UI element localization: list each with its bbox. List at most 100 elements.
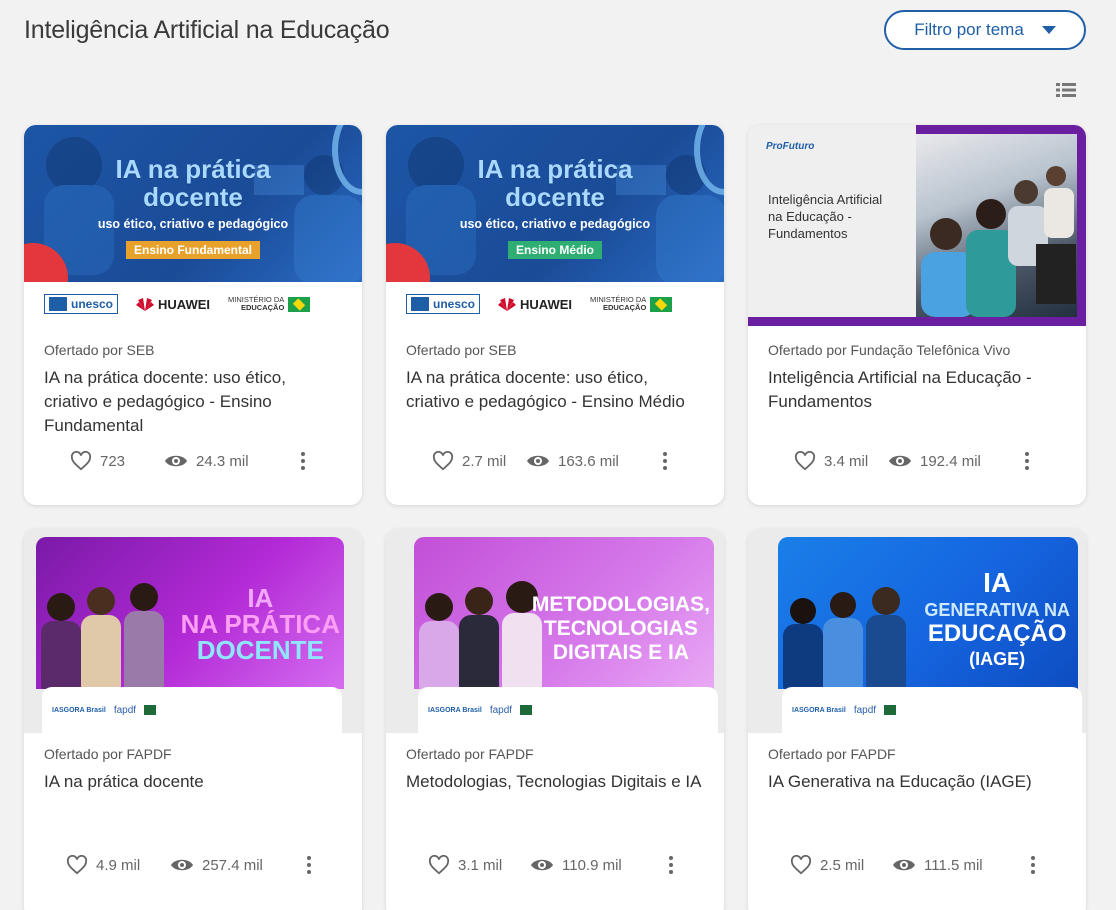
eye-icon xyxy=(893,859,915,871)
views-count: 163.6 mil xyxy=(558,452,619,470)
course-title[interactable]: Inteligência Artificial na Educação - Fu… xyxy=(768,366,1068,414)
course-thumbnail[interactable]: IA na prática docente uso ético, criativo… xyxy=(24,125,362,326)
eye-icon xyxy=(531,859,553,871)
like-count: 2.5 mil xyxy=(820,856,865,874)
course-thumbnail[interactable]: IA GENERATIVA NA EDUCAÇÃO (IAGE) IASGORA… xyxy=(748,529,1086,733)
partner-logos: unesco HUAWEI MINISTÉRIO DA EDUCAÇÃO xyxy=(386,282,724,326)
heart-icon xyxy=(794,451,816,471)
more-vertical-icon[interactable] xyxy=(300,452,306,470)
heart-icon xyxy=(66,855,88,875)
course-title[interactable]: IA na prática docente xyxy=(44,770,344,794)
more-vertical-icon[interactable] xyxy=(662,452,668,470)
banner-line-1: IA xyxy=(983,567,1012,598)
banner-line-4: (IAGE) xyxy=(969,649,1026,669)
iasgora-logo: IASGORA Brasil xyxy=(792,706,846,714)
page-title: Inteligência Artificial na Educação xyxy=(24,16,390,44)
partner-logos: IASGORA Brasil fapdf xyxy=(782,687,1082,733)
brazil-flag-icon xyxy=(650,296,673,312)
heart-icon xyxy=(432,451,454,471)
like-count: 2.7 mil xyxy=(462,452,507,470)
huawei-logo: HUAWEI xyxy=(498,297,572,312)
course-provider: Ofertado por Fundação Telefônica Vivo xyxy=(768,342,1011,358)
caret-down-icon xyxy=(1041,26,1056,34)
banner-headline: IA na prática xyxy=(115,154,271,184)
banner-line-2: GENERATIVA NA xyxy=(924,600,1070,620)
more-vertical-icon[interactable] xyxy=(1024,452,1030,470)
people-photo xyxy=(41,583,164,689)
course-card[interactable]: ProFuturo Inteligência Artificial na Edu… xyxy=(748,125,1086,505)
eye-icon xyxy=(889,455,911,467)
unb-logo xyxy=(144,705,157,715)
views-stat: 111.5 mil xyxy=(892,857,983,874)
fapdf-logo: fapdf xyxy=(113,704,137,716)
more-vertical-icon[interactable] xyxy=(1030,856,1036,874)
heart-icon xyxy=(428,855,450,875)
banner-subtitle: uso ético, criativo e pedagógico xyxy=(459,217,651,231)
mec-logo: MINISTÉRIO DA EDUCAÇÃO xyxy=(228,296,311,312)
unesco-logo: unesco xyxy=(44,294,119,314)
views-count: 110.9 mil xyxy=(562,856,622,874)
unb-logo xyxy=(520,705,533,715)
like-button[interactable]: 4.9 mil xyxy=(66,855,140,875)
unb-logo xyxy=(884,705,897,715)
course-provider: Ofertado por FAPDF xyxy=(44,746,172,762)
course-title[interactable]: IA Generativa na Educação (IAGE) xyxy=(768,770,1068,794)
iasgora-logo: IASGORA Brasil xyxy=(428,706,482,714)
more-vertical-icon[interactable] xyxy=(668,856,674,874)
profuturo-logo: ProFuturo xyxy=(766,141,815,152)
course-thumbnail[interactable]: IA na prática docente uso ético, criativo… xyxy=(386,125,724,326)
course-provider: Ofertado por SEB xyxy=(406,342,517,358)
views-stat: 192.4 mil xyxy=(888,453,981,470)
course-card[interactable]: IA na prática docente uso ético, criativo… xyxy=(386,125,724,505)
theme-filter-dropdown[interactable]: Filtro por tema xyxy=(884,10,1086,50)
like-button[interactable]: 2.5 mil xyxy=(790,855,864,875)
partner-logos: IASGORA Brasil fapdf xyxy=(418,687,718,733)
more-vertical-icon[interactable] xyxy=(306,856,312,874)
course-thumbnail[interactable]: IA NA PRÁTICA DOCENTE IASGORA Brasil fap… xyxy=(24,529,362,733)
course-title[interactable]: Metodologias, Tecnologias Digitais e IA xyxy=(406,770,706,794)
theme-filter-label: Filtro por tema xyxy=(914,20,1024,39)
views-count: 192.4 mil xyxy=(920,452,981,470)
banner-line-3: EDUCAÇÃO xyxy=(927,620,1067,647)
views-count: 24.3 mil xyxy=(196,452,249,470)
banner-headline-2: docente xyxy=(505,182,605,212)
course-provider: Ofertado por SEB xyxy=(44,342,155,358)
eye-icon xyxy=(527,455,549,467)
course-card[interactable]: IA GENERATIVA NA EDUCAÇÃO (IAGE) IASGORA… xyxy=(748,529,1086,910)
like-button[interactable]: 3.1 mil xyxy=(428,855,502,875)
views-count: 111.5 mil xyxy=(924,856,983,874)
like-button[interactable]: 723 xyxy=(70,451,125,471)
partner-logos: IASGORA Brasil fapdf xyxy=(42,687,342,733)
course-title[interactable]: IA na prática docente: uso ético, criati… xyxy=(44,366,344,438)
eye-icon xyxy=(165,455,187,467)
course-thumbnail[interactable]: METODOLOGIAS, TECNOLOGIAS DIGITAIS E IA … xyxy=(386,529,724,733)
course-thumbnail[interactable]: ProFuturo Inteligência Artificial na Edu… xyxy=(748,125,1086,326)
huawei-logo: HUAWEI xyxy=(136,297,210,312)
mec-logo: MINISTÉRIO DA EDUCAÇÃO xyxy=(590,296,673,312)
banner-headline: IA na prática xyxy=(477,154,633,184)
views-stat: 110.9 mil xyxy=(530,857,622,874)
like-button[interactable]: 3.4 mil xyxy=(794,451,868,471)
like-count: 3.4 mil xyxy=(824,452,869,470)
people-photo xyxy=(783,587,906,689)
banner-subtitle: uso ético, criativo e pedagógico xyxy=(97,217,289,231)
banner-badge: Ensino Fundamental xyxy=(125,241,261,259)
course-card[interactable]: IA na prática docente uso ético, criativo… xyxy=(24,125,362,505)
views-stat: 24.3 mil xyxy=(164,453,249,470)
banner-line-2: TECNOLOGIAS xyxy=(543,617,698,640)
course-card[interactable]: IA NA PRÁTICA DOCENTE IASGORA Brasil fap… xyxy=(24,529,362,910)
fapdf-logo: fapdf xyxy=(489,704,513,716)
like-count: 4.9 mil xyxy=(96,856,141,874)
course-card[interactable]: METODOLOGIAS, TECNOLOGIAS DIGITAIS E IA … xyxy=(386,529,724,910)
views-count: 257.4 mil xyxy=(202,856,263,874)
course-title[interactable]: IA na prática docente: uso ético, criati… xyxy=(406,366,706,414)
views-stat: 257.4 mil xyxy=(170,857,263,874)
unesco-logo: unesco xyxy=(406,294,481,314)
list-view-icon[interactable] xyxy=(1056,82,1076,98)
like-count: 723 xyxy=(100,452,126,470)
fapdf-logo: fapdf xyxy=(853,704,877,716)
banner-line-3: DIGITAIS E IA xyxy=(552,641,689,664)
banner-line-1: METODOLOGIAS, xyxy=(531,593,710,616)
students-photo xyxy=(916,134,1077,317)
like-button[interactable]: 2.7 mil xyxy=(432,451,506,471)
